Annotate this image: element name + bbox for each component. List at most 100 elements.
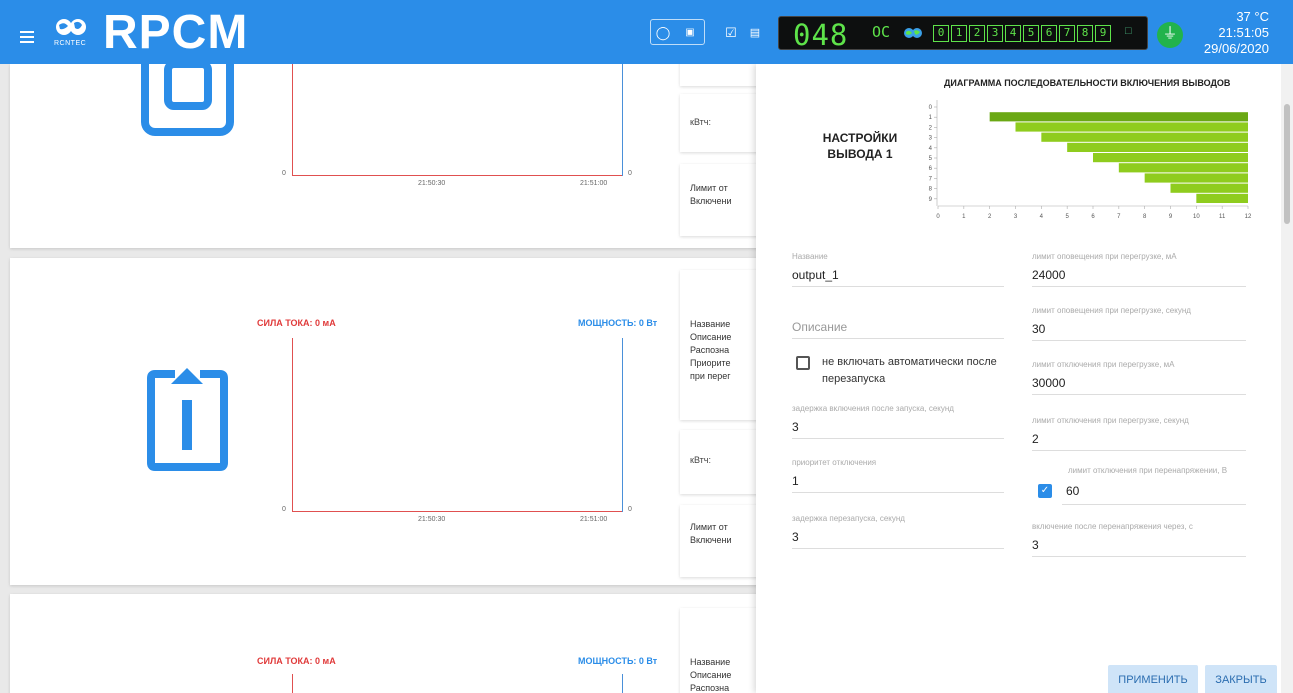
- chart-x-tick: 9: [1169, 214, 1173, 220]
- close-button[interactable]: ЗАКРЫТЬ: [1205, 665, 1277, 693]
- overload-alert-ma-field[interactable]: лимит оповещения при перегрузке, мА 2400…: [1032, 252, 1246, 287]
- display-icon[interactable]: ▣: [681, 24, 699, 42]
- overload-off-ma-field[interactable]: лимит отключения при перегрузке, мА 3000…: [1032, 360, 1246, 395]
- brand-title: RPCM: [103, 6, 249, 59]
- divider: [1062, 504, 1246, 505]
- overvoltage-on-field[interactable]: включение после перенапряжения через, с …: [1032, 522, 1246, 557]
- shutdown-priority-field[interactable]: приоритет отключения 1: [792, 458, 1004, 493]
- menu-icon[interactable]: [20, 31, 34, 46]
- overvoltage-off-value[interactable]: 60: [1066, 484, 1079, 498]
- chart-x-tick: 8: [1143, 214, 1147, 220]
- lcd-output-indicator: 5: [1023, 25, 1039, 42]
- zero-left-label: 0: [282, 170, 286, 177]
- overload-off-ma-label: лимит отключения при перегрузке, мА: [1032, 360, 1175, 369]
- lcd-output-indicator: 7: [1059, 25, 1075, 42]
- chart-y-tick: 1: [929, 115, 933, 121]
- chart-bar: [1118, 163, 1248, 173]
- time-tick: 21:50:30: [418, 180, 446, 187]
- rcntec-logo-icon: [56, 19, 86, 35]
- chart-x-tick: 6: [1091, 214, 1095, 220]
- power-axis: [622, 64, 623, 176]
- chart-y-tick: 8: [929, 187, 933, 193]
- chart-x-tick: 2: [988, 214, 992, 220]
- shutdown-priority-label: приоритет отключения: [792, 458, 877, 467]
- overload-off-sec-label: лимит отключения при перегрузке, секунд: [1032, 416, 1189, 425]
- chart-y-tick: 9: [929, 197, 933, 203]
- time-tick: 21:51:00: [580, 180, 608, 187]
- overvoltage-on-value[interactable]: 3: [1032, 538, 1246, 556]
- output-settings-panel: НАСТРОЙКИ ВЫВОДА 1 ДИАГРАММА ПОСЛЕДОВАТЕ…: [756, 64, 1281, 693]
- description-field[interactable]: Описание: [792, 314, 1004, 339]
- overload-alert-sec-label: лимит оповещения при перегрузке, секунд: [1032, 306, 1191, 315]
- bulb-icon[interactable]: ◯: [654, 24, 672, 42]
- apply-button[interactable]: ПРИМЕНИТЬ: [1108, 665, 1198, 693]
- overload-alert-ma-value[interactable]: 24000: [1032, 268, 1246, 286]
- lock-icon[interactable]: ☑: [722, 24, 740, 42]
- chart-bar: [1093, 153, 1248, 163]
- chart-y-tick: 4: [929, 146, 933, 152]
- restart-delay-field[interactable]: задержка перезапуска, секунд 3: [792, 514, 1004, 549]
- chart-bar: [1196, 193, 1248, 203]
- current-axis: [292, 674, 293, 693]
- chart-x-tick: 11: [1219, 214, 1226, 220]
- time-tick: 21:51:00: [580, 516, 608, 523]
- lcd-output-indicator: 2: [969, 25, 985, 42]
- chart-bar: [1170, 183, 1248, 193]
- lcd-output-indicator: 9: [1095, 25, 1111, 42]
- name-value[interactable]: output_1: [792, 268, 1004, 286]
- kwh-label: кВтч:: [690, 117, 711, 127]
- kwh-label: кВтч:: [690, 455, 711, 465]
- overvoltage-off-label: лимит отключения при перенапряжении, В: [1068, 466, 1228, 475]
- power-label: МОЩНОСТЬ: 0 Вт: [578, 656, 658, 666]
- page-scrollbar[interactable]: [1281, 64, 1293, 693]
- no-autostart-label: не включать автоматически после перезапу…: [822, 356, 997, 385]
- zero-right-label: 0: [628, 506, 632, 513]
- stats-icon[interactable]: ▤: [746, 24, 764, 42]
- overload-off-sec-value[interactable]: 2: [1032, 432, 1246, 450]
- chart-y-tick: 0: [929, 105, 933, 111]
- chart-x-tick: 5: [1065, 214, 1069, 220]
- overload-alert-sec-value[interactable]: 30: [1032, 322, 1246, 340]
- no-autostart-checkbox[interactable]: [796, 356, 810, 370]
- time-tick: 21:50:30: [418, 516, 446, 523]
- top-header: RCNTEC RPCM ◯ ▣ ☑ ▤ 048 OC 0123456789 □ …: [0, 0, 1293, 64]
- chart-y-tick: 3: [929, 136, 933, 142]
- power-axis: [622, 338, 623, 512]
- start-delay-field[interactable]: задержка включения после запуска, секунд…: [792, 404, 1004, 439]
- description-placeholder[interactable]: Описание: [792, 320, 1004, 338]
- overvoltage-checkbox[interactable]: ✓: [1038, 484, 1052, 498]
- chart-bar: [1067, 142, 1248, 152]
- restart-delay-value[interactable]: 3: [792, 530, 1004, 548]
- lcd-end-icon: □: [1125, 25, 1132, 37]
- overvoltage-on-label: включение после перенапряжения через, с: [1032, 522, 1193, 531]
- start-delay-value[interactable]: 3: [792, 420, 1004, 438]
- time-axis: [292, 175, 622, 176]
- chart-x-tick: 10: [1193, 214, 1200, 220]
- overvoltage-off-field[interactable]: лимит отключения при перенапряжении, В: [1032, 466, 1246, 475]
- diagram-title: ДИАГРАММА ПОСЛЕДОВАТЕЛЬНОСТИ ВКЛЮЧЕНИЯ В…: [944, 78, 1231, 88]
- shutdown-priority-value[interactable]: 1: [792, 474, 1004, 492]
- restart-delay-label: задержка перезапуска, секунд: [792, 514, 905, 523]
- status-lcd: 048 OC 0123456789 □: [778, 16, 1148, 52]
- lcd-output-indicator: 0: [933, 25, 949, 42]
- output-power-icon: [141, 64, 234, 136]
- panel-title: НАСТРОЙКИ ВЫВОДА 1: [822, 131, 898, 161]
- name-field[interactable]: Название output_1: [792, 252, 1004, 287]
- lcd-output-indicator: 8: [1077, 25, 1093, 42]
- scrollbar-thumb[interactable]: [1284, 104, 1290, 224]
- overload-alert-sec-field[interactable]: лимит оповещения при перегрузке, секунд …: [1032, 306, 1246, 341]
- power-label: МОЩНОСТЬ: 0 Вт: [578, 318, 658, 328]
- date: 29/06/2020: [1203, 41, 1269, 56]
- current-label: СИЛА ТОКА: 0 мА: [257, 656, 336, 666]
- chart-y-tick: 7: [929, 176, 933, 182]
- overload-off-sec-field[interactable]: лимит отключения при перегрузке, секунд …: [1032, 416, 1246, 451]
- chart-y-tick: 5: [929, 156, 933, 162]
- start-delay-label: задержка включения после запуска, секунд: [792, 404, 954, 413]
- overload-off-ma-value[interactable]: 30000: [1032, 376, 1246, 394]
- chart-x-tick: 0: [936, 214, 940, 220]
- header-status: 37 °C 21:51:05 29/06/2020: [1204, 9, 1269, 57]
- chart-bar: [989, 112, 1248, 122]
- time: 21:51:05: [1218, 25, 1269, 40]
- overload-alert-ma-label: лимит оповещения при перегрузке, мА: [1032, 252, 1177, 261]
- chart-bar: [1015, 122, 1248, 132]
